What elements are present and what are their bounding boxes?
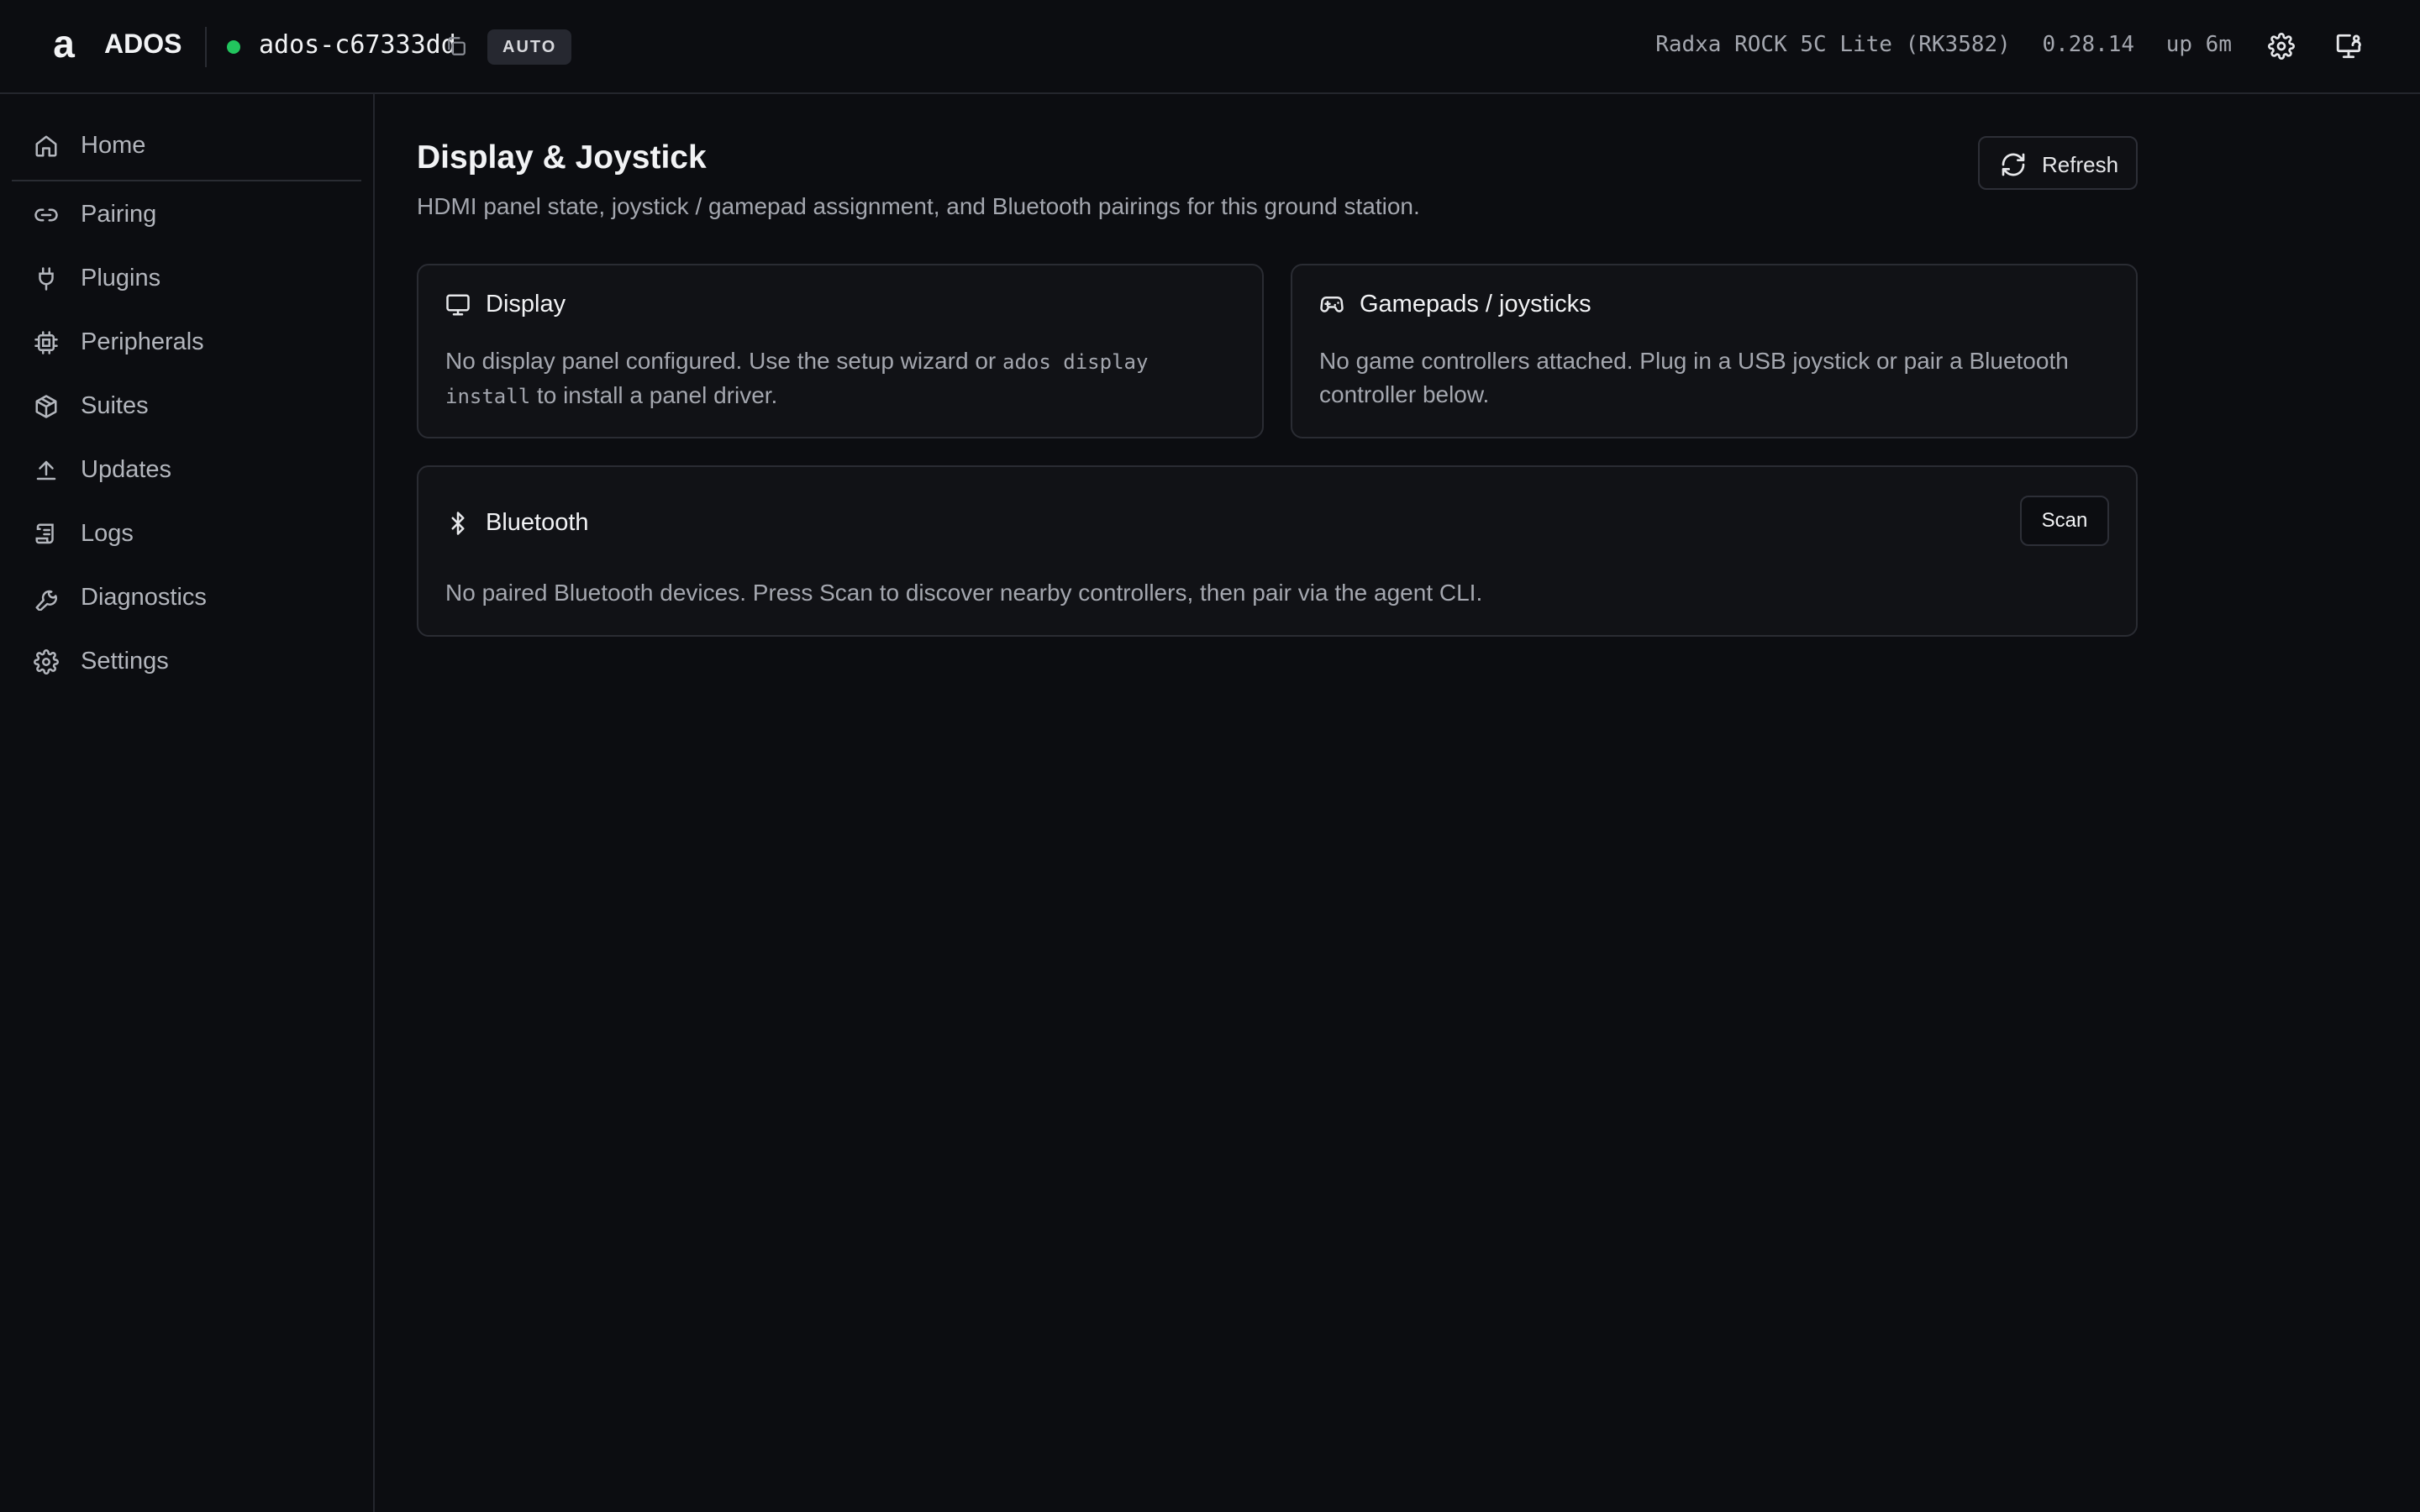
scan-button[interactable]: Scan — [2020, 496, 2109, 546]
sidebar-item-settings[interactable]: Settings — [12, 637, 361, 687]
sidebar-divider — [12, 180, 361, 181]
svg-text:a: a — [53, 27, 75, 64]
sidebar-item-label: Home — [81, 132, 146, 159]
bluetooth-card-body: No paired Bluetooth devices. Press Scan … — [445, 580, 1483, 606]
display-card-text-end: to install a panel driver. — [530, 382, 778, 408]
wrench-icon — [35, 590, 57, 611]
ados-logo-icon[interactable]: a — [45, 27, 82, 64]
plug-icon — [39, 267, 54, 291]
upload-icon — [36, 460, 56, 480]
sidebar-item-pairing[interactable]: Pairing — [12, 190, 361, 240]
sidebar-item-logs[interactable]: Logs — [12, 509, 361, 559]
sidebar: Home Pairing Plugins Peripherals Suites … — [0, 94, 375, 1512]
bluetooth-card: Bluetooth Scan No paired Bluetooth devic… — [417, 465, 2138, 637]
sidebar-item-peripherals[interactable]: Peripherals — [12, 318, 361, 368]
home-icon — [35, 135, 57, 157]
uptime: up 6m — [2165, 32, 2232, 57]
sidebar-item-label: Updates — [81, 456, 172, 483]
sidebar-item-label: Peripherals — [81, 328, 204, 355]
gamepads-card-body: No game controllers attached. Plug in a … — [1319, 348, 2069, 407]
sidebar-item-updates[interactable]: Updates — [12, 445, 361, 496]
hostname: ados-c67333dd — [259, 30, 456, 60]
package-icon — [35, 395, 57, 418]
page-title: Display & Joystick — [417, 139, 707, 176]
display-card-body: No display panel configured. Use the set… — [445, 344, 1228, 413]
sidebar-item-label: Logs — [81, 520, 134, 547]
sidebar-item-diagnostics[interactable]: Diagnostics — [12, 573, 361, 623]
system-info: Radxa ROCK 5C Lite (RK3582) 0.28.14 up 6… — [1637, 32, 2232, 57]
status-dot — [227, 40, 240, 54]
gamepads-card: Gamepads / joysticks No game controllers… — [1291, 264, 2138, 438]
sidebar-item-label: Suites — [81, 392, 149, 419]
page-subtitle: HDMI panel state, joystick / gamepad ass… — [417, 193, 1420, 219]
refresh-button[interactable]: Refresh — [1978, 136, 2138, 190]
top-bar: a ADOS ados-c67333dd AUTO Radxa ROCK 5C … — [0, 0, 2420, 94]
device-name: Radxa ROCK 5C Lite (RK3582) — [1655, 32, 2011, 57]
monitor-user-icon[interactable] — [2333, 30, 2365, 62]
display-card-text: No display panel configured. Use the set… — [445, 348, 1003, 374]
brand-name: ADOS — [104, 29, 182, 59]
sidebar-item-suites[interactable]: Suites — [12, 381, 361, 432]
settings-gear-icon[interactable] — [2265, 30, 2297, 62]
refresh-icon — [2002, 153, 2025, 176]
link-icon — [34, 208, 58, 222]
sidebar-item-home[interactable]: Home — [12, 121, 361, 171]
gear-icon — [34, 649, 59, 675]
refresh-label: Refresh — [2042, 152, 2119, 177]
sidebar-item-label: Plugins — [81, 265, 161, 291]
sidebar-item-plugins[interactable]: Plugins — [12, 254, 361, 304]
copy-icon[interactable] — [445, 35, 467, 57]
cpu-chip-icon — [34, 331, 58, 354]
gamepad-icon — [1320, 296, 1344, 312]
display-card: Display No display panel configured. Use… — [417, 264, 1264, 438]
sidebar-item-label: Pairing — [81, 201, 157, 228]
mode-badge: AUTO — [487, 29, 572, 65]
top-divider — [205, 27, 207, 67]
display-card-title: Display — [486, 291, 566, 318]
gamepads-card-title: Gamepads / joysticks — [1360, 291, 1591, 318]
sidebar-item-label: Settings — [81, 648, 169, 675]
agent-version: 0.28.14 — [2042, 32, 2135, 57]
scroll-icon — [35, 523, 54, 544]
bluetooth-icon — [451, 512, 465, 535]
bluetooth-card-title: Bluetooth — [486, 509, 589, 536]
sidebar-item-label: Diagnostics — [81, 584, 207, 611]
monitor-icon — [446, 294, 470, 316]
